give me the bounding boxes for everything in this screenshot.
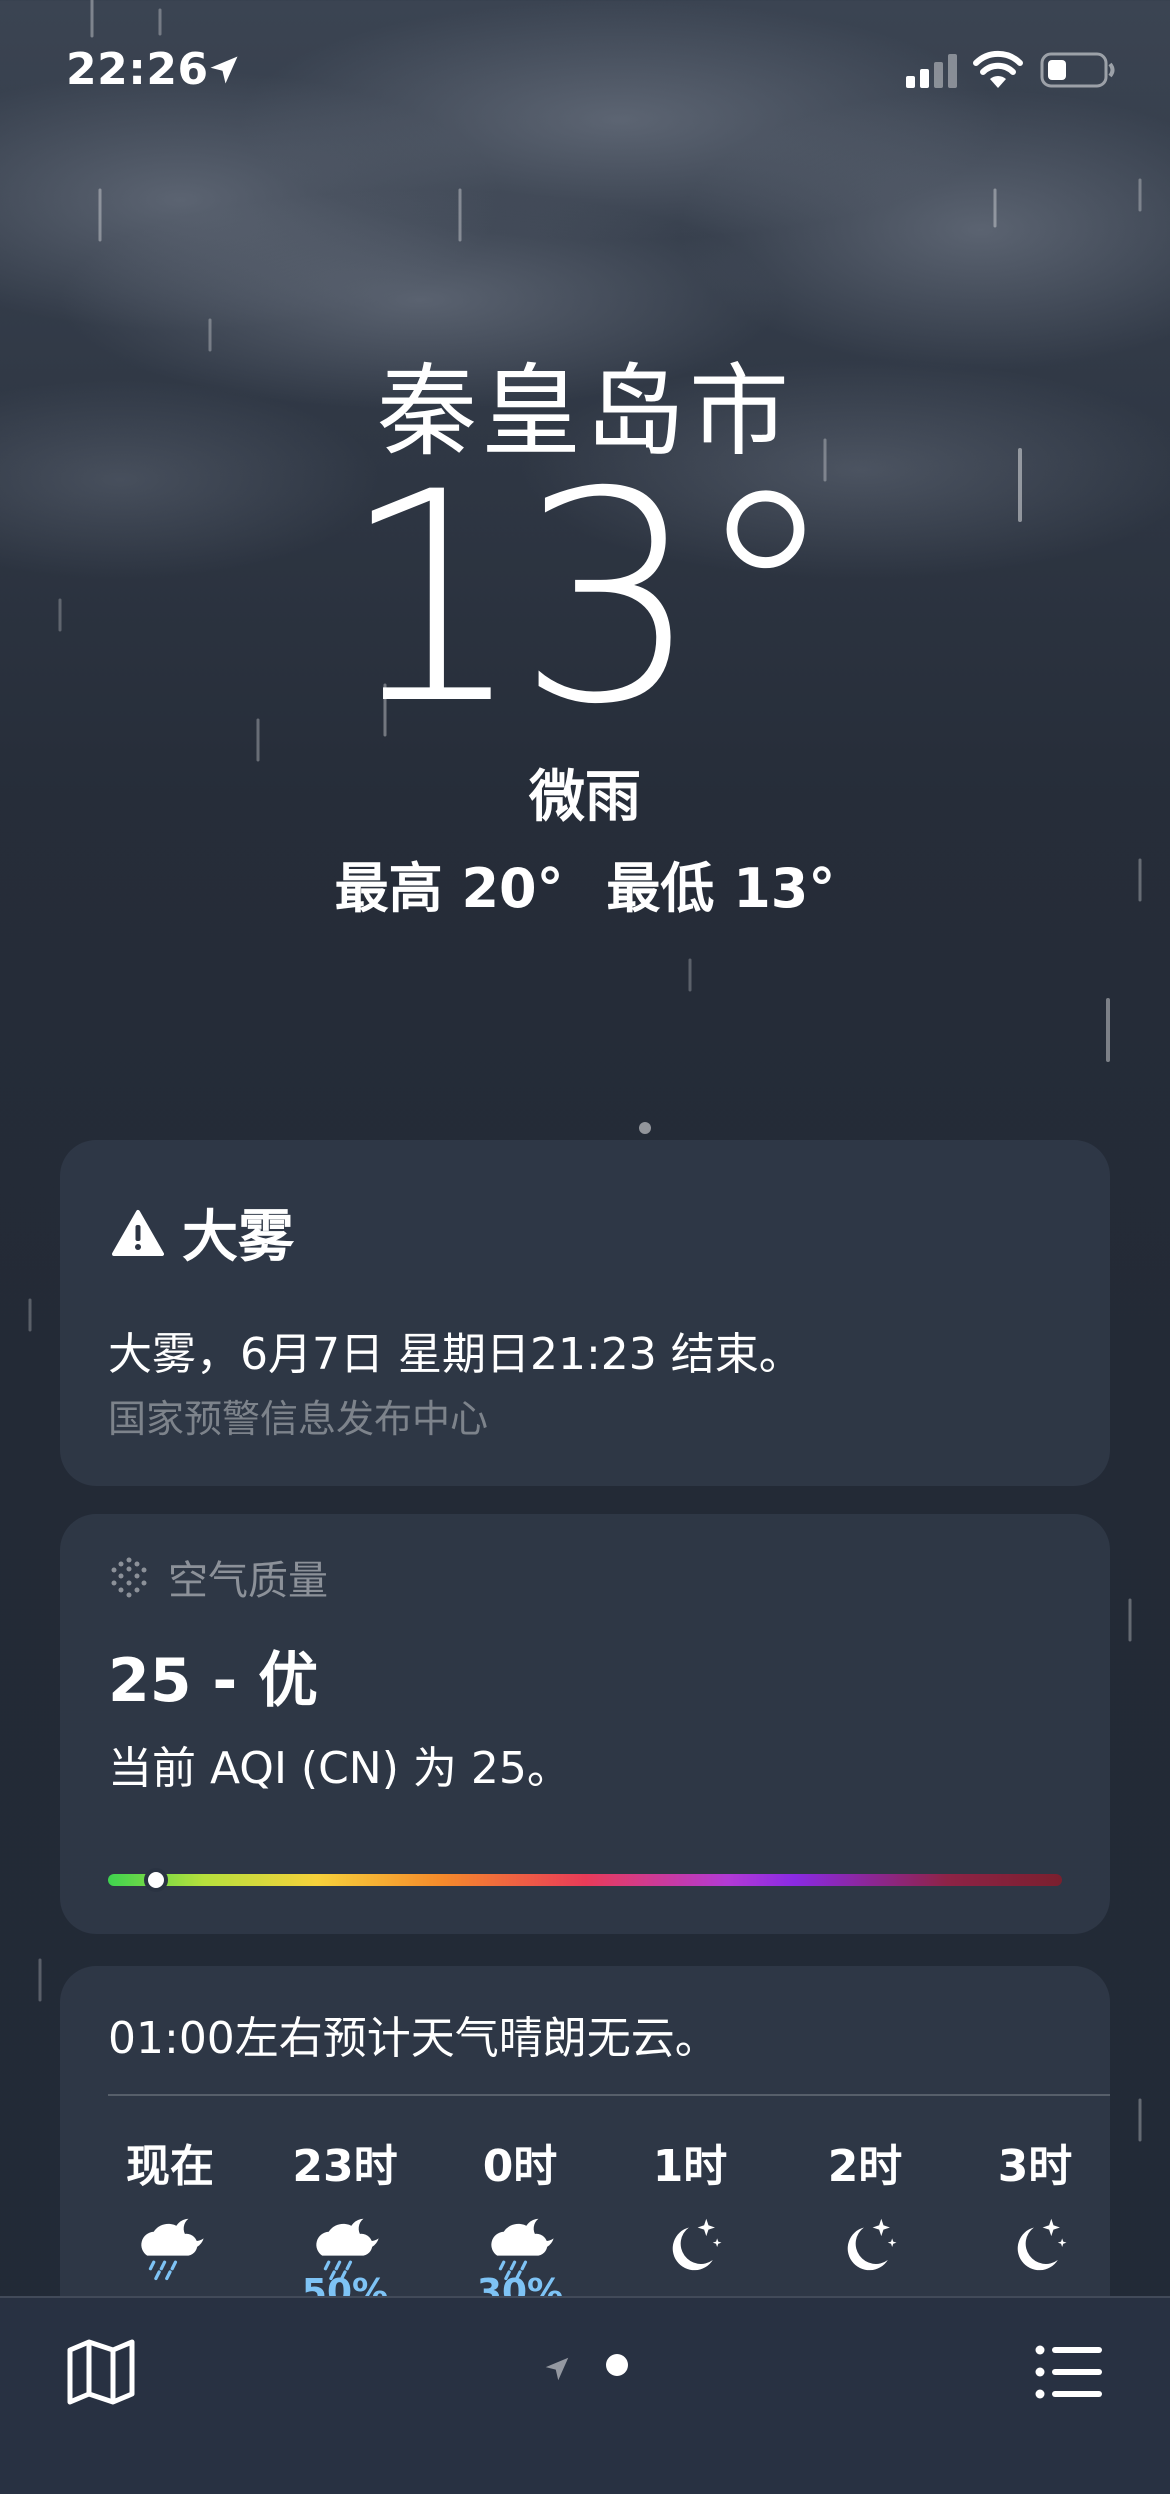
list-icon[interactable] (1034, 2342, 1104, 2402)
page-indicator-dot[interactable] (606, 2354, 628, 2376)
battery-icon (1040, 52, 1115, 88)
hourly-item: 1时 (610, 2130, 770, 2282)
hourly-time-label: 现在 (126, 2141, 214, 2192)
low-temperature: 最低 13° (606, 857, 836, 920)
air-quality-header: 空气质量 (108, 1548, 328, 1606)
current-temperature: 13° (339, 431, 838, 768)
air-quality-label: 空气质量 (168, 1558, 328, 1604)
weather-alert-card[interactable]: 大雾 大雾，6月7日 星期日21:23 结束。 国家预警信息发布中心 (60, 1140, 1110, 1486)
hourly-time-label: 1时 (652, 2141, 728, 2192)
current-location-icon[interactable] (542, 2354, 572, 2384)
location-arrow-icon (210, 56, 238, 84)
status-bar: 22:26 (0, 44, 1170, 104)
air-quality-icon (111, 1557, 147, 1598)
alert-text: 大雾，6月7日 星期日21:23 结束。 (108, 1329, 803, 1380)
high-temperature: 最高 20° (334, 857, 564, 920)
status-time: 22:26 (66, 44, 209, 95)
moon-stars-icon (672, 2218, 722, 2271)
hourly-forecast-card[interactable]: 01:00左右预计天气晴朗无云。 现在 23时 50% 0时 30% 1时 2时 3时 (60, 1966, 1110, 2346)
hourly-time-label: 3时 (997, 2141, 1073, 2192)
cellular-signal-icon (906, 54, 957, 88)
hourly-item: 23时 50% (265, 2130, 425, 2313)
map-icon[interactable] (66, 2338, 136, 2406)
warning-triangle-icon (112, 1209, 164, 1256)
hourly-time-label: 2时 (827, 2141, 903, 2192)
moon-stars-icon (1017, 2218, 1067, 2271)
bottom-toolbar (0, 2296, 1170, 2494)
high-low-temperature: 最高 20° 最低 13° (0, 844, 1170, 923)
aqi-value: 25 - 优 (108, 1646, 319, 1716)
alert-title: 大雾 (182, 1205, 294, 1270)
moon-stars-icon (847, 2218, 897, 2271)
cloud-moon-rain-icon (141, 2218, 204, 2281)
hourly-time-label: 0时 (482, 2141, 558, 2192)
aqi-description: 当前 AQI (CN) 为 25。 (108, 1743, 571, 1794)
hourly-item: 2时 (785, 2130, 945, 2282)
alert-title-row: 大雾 (112, 1192, 294, 1273)
hourly-item: 0时 30% (440, 2130, 600, 2313)
hourly-divider (108, 2094, 1110, 2096)
aqi-scale-bar (108, 1868, 1062, 1892)
hourly-time-label: 23时 (292, 2141, 398, 2192)
wifi-icon (973, 50, 1023, 88)
air-quality-card[interactable]: 空气质量 25 - 优 当前 AQI (CN) 为 25。 (60, 1514, 1110, 1934)
hourly-item: 现在 (90, 2130, 250, 2282)
alert-source: 国家预警信息发布中心 (108, 1397, 489, 1441)
aqi-indicator-dot (143, 1868, 168, 1892)
hourly-item: 3时 (955, 2130, 1110, 2282)
hourly-summary: 01:00左右预计天气晴朗无云。 (108, 2013, 719, 2064)
weather-condition: 微雨 (529, 765, 641, 830)
